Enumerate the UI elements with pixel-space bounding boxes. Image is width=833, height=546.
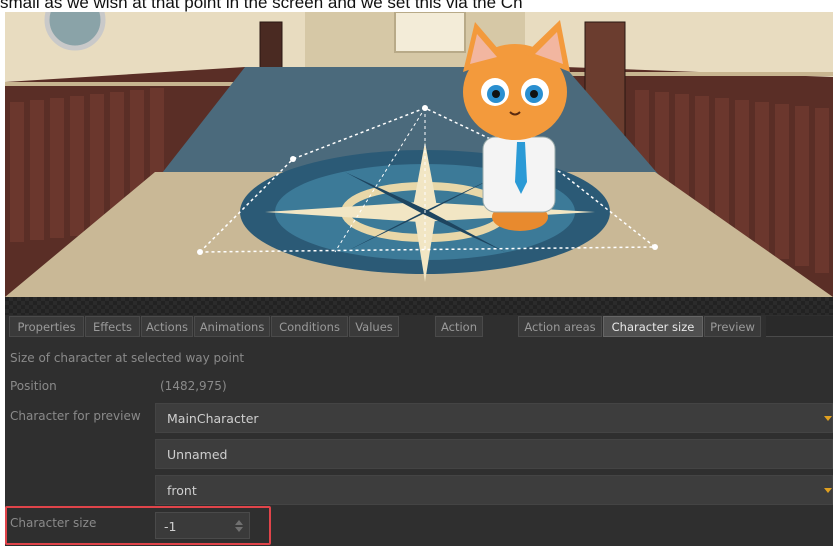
tab-character-size[interactable]: Character size xyxy=(603,316,703,337)
highlight-annotation xyxy=(5,506,271,545)
position-label: Position xyxy=(10,379,57,393)
panel-description: Size of character at selected way point xyxy=(10,351,245,365)
scene-illustration xyxy=(5,12,833,297)
tab-properties[interactable]: Properties xyxy=(9,316,84,337)
properties-panel: Properties Effects Actions Animations Co… xyxy=(5,297,833,546)
animation-value: Unnamed xyxy=(167,447,228,462)
article-caption-text: small as we wish at that point in the sc… xyxy=(0,0,523,12)
tab-actions[interactable]: Actions xyxy=(141,316,193,337)
tab-preview[interactable]: Preview xyxy=(704,316,761,337)
chevron-down-icon xyxy=(824,488,832,493)
tab-effects[interactable]: Effects xyxy=(85,316,140,337)
tab-action-areas[interactable]: Action areas xyxy=(518,316,602,337)
direction-value: front xyxy=(167,483,197,498)
tab-values[interactable]: Values xyxy=(349,316,399,337)
position-value: (1482,975) xyxy=(160,379,227,393)
chevron-down-icon xyxy=(824,416,832,421)
animation-dropdown[interactable]: Unnamed xyxy=(155,439,833,469)
scene-viewport[interactable] xyxy=(5,12,833,297)
direction-dropdown[interactable]: front xyxy=(155,475,833,505)
tabbar-filler xyxy=(766,316,833,337)
tab-animations[interactable]: Animations xyxy=(194,316,270,337)
tab-conditions[interactable]: Conditions xyxy=(271,316,348,337)
character-preview-dropdown[interactable]: MainCharacter xyxy=(155,403,833,433)
tab-action[interactable]: Action xyxy=(435,316,483,337)
character-preview-value: MainCharacter xyxy=(167,411,259,426)
character-preview-label: Character for preview xyxy=(10,409,141,423)
panel-separator xyxy=(5,297,833,315)
